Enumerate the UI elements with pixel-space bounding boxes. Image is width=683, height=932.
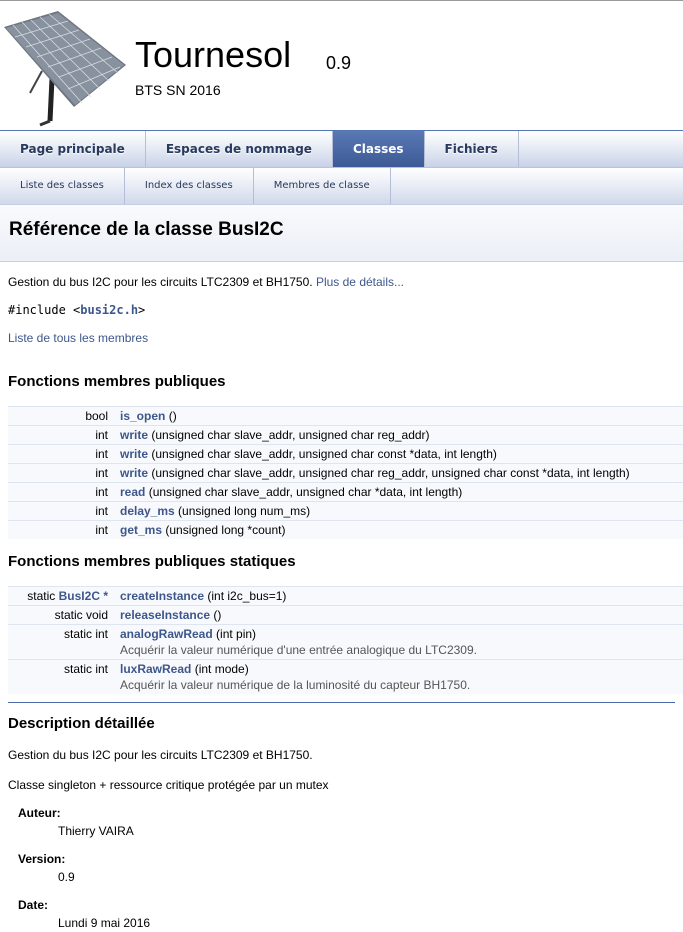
member-args: (unsigned char slave_addr, unsigned char…: [148, 428, 430, 442]
brief-text: Gestion du bus I2C pour les circuits LTC…: [8, 275, 313, 289]
member-args: (unsigned long num_ms): [174, 504, 311, 518]
member-args: (): [210, 608, 222, 622]
include-file-link[interactable]: busi2c.h: [80, 303, 138, 317]
sub-nav-tabs: Liste des classes Index des classes Memb…: [0, 168, 683, 205]
field-value: Thierry VAIRA: [58, 824, 134, 838]
page-header: Référence de la classe BusI2C: [0, 205, 683, 262]
table-row: int delay_ms (unsigned long num_ms): [8, 502, 683, 521]
member-args: (): [165, 409, 177, 423]
title-area: Tournesol 0.9 BTS SN 2016: [0, 0, 683, 131]
member-args: (unsigned char slave_addr, unsigned char…: [145, 485, 463, 499]
member-link[interactable]: read: [120, 485, 145, 499]
project-brief: BTS SN 2016: [135, 82, 221, 98]
table-row: static int luxRawRead (int mode) Acquérir…: [8, 660, 683, 694]
member-link[interactable]: write: [120, 466, 148, 480]
table-row: int get_ms (unsigned long *count): [8, 521, 683, 539]
static-functions-heading: Fonctions membres publiques statiques: [8, 553, 296, 570]
include-suffix: >: [138, 303, 146, 317]
return-type: static void: [8, 606, 114, 625]
detail-paragraph: Classe singleton + ressource critique pr…: [8, 778, 329, 792]
member-link[interactable]: releaseInstance: [120, 608, 210, 622]
member-link[interactable]: createInstance: [120, 589, 204, 603]
project-number: 0.9: [326, 53, 352, 73]
detailed-description-heading: Description détaillée: [8, 715, 155, 732]
field-value: Lundi 9 mai 2016: [58, 916, 151, 930]
busi2c-type-link[interactable]: BusI2C: [59, 589, 100, 603]
project-name: Tournesol: [135, 34, 292, 75]
tab-fichiers[interactable]: Fichiers: [425, 131, 519, 167]
return-type: int: [8, 426, 114, 445]
all-members-link[interactable]: Liste de tous les membres: [8, 331, 148, 345]
table-row: int write (unsigned char slave_addr, uns…: [8, 464, 683, 483]
member-link[interactable]: analogRawRead: [120, 627, 213, 641]
table-row: static void releaseInstance (): [8, 606, 683, 625]
static-functions-table: static BusI2C * createInstance (int i2c_…: [8, 586, 683, 694]
member-description: Acquérir la valeur numérique d'une entré…: [120, 643, 477, 657]
member-link[interactable]: write: [120, 447, 148, 461]
member-link[interactable]: luxRawRead: [120, 662, 191, 676]
return-type: static BusI2C *: [8, 587, 114, 606]
section-divider: [8, 702, 675, 703]
public-functions-table: bool is_open () int write (unsigned char…: [8, 406, 683, 539]
return-type: bool: [8, 407, 114, 426]
include-line: #include <busi2c.h>: [8, 303, 675, 317]
return-type: int: [8, 502, 114, 521]
subtab-index-des-classes[interactable]: Index des classes: [125, 168, 254, 204]
subtab-membres-de-classe[interactable]: Membres de classe: [254, 168, 391, 204]
member-link[interactable]: get_ms: [120, 523, 162, 537]
include-prefix: #include <: [8, 303, 81, 317]
member-link[interactable]: delay_ms: [120, 504, 175, 518]
tab-classes[interactable]: Classes: [332, 131, 425, 167]
member-args: (int pin): [212, 627, 257, 641]
subtab-liste-des-classes[interactable]: Liste des classes: [0, 168, 125, 204]
member-link[interactable]: is_open: [120, 409, 165, 423]
member-args: (unsigned char slave_addr, unsigned char…: [148, 466, 630, 480]
more-details-link[interactable]: Plus de détails...: [316, 275, 404, 289]
return-type: int: [8, 445, 114, 464]
table-row: static BusI2C * createInstance (int i2c_…: [8, 587, 683, 606]
member-args: (int mode): [191, 662, 249, 676]
detail-fields: Auteur: Thierry VAIRA Version: 0.9 Date:…: [18, 806, 675, 930]
field-label: Auteur:: [18, 806, 61, 820]
tab-espaces-de-nommage[interactable]: Espaces de nommage: [146, 131, 333, 167]
main-content: Gestion du bus I2C pour les circuits LTC…: [0, 275, 683, 930]
return-type: int: [8, 464, 114, 483]
main-nav-tabs: Page principale Espaces de nommage Class…: [0, 131, 683, 168]
solar-panel-logo: [4, 11, 126, 127]
return-type: int: [8, 521, 114, 539]
table-row: bool is_open (): [8, 407, 683, 426]
tab-page-principale[interactable]: Page principale: [0, 131, 146, 167]
public-functions-heading: Fonctions membres publiques: [8, 373, 226, 390]
class-brief: Gestion du bus I2C pour les circuits LTC…: [8, 275, 675, 289]
table-row: int read (unsigned char slave_addr, unsi…: [8, 483, 683, 502]
page-title: Référence de la classe BusI2C: [9, 219, 284, 240]
detail-paragraph: Gestion du bus I2C pour les circuits LTC…: [8, 748, 313, 762]
return-type: static int: [8, 660, 114, 694]
return-type: static int: [8, 625, 114, 660]
member-link[interactable]: write: [120, 428, 148, 442]
field-label: Date:: [18, 898, 49, 912]
field-value: 0.9: [58, 870, 75, 884]
field-label: Version:: [18, 852, 66, 866]
member-args: (unsigned long *count): [162, 523, 286, 537]
member-args: (int i2c_bus=1): [204, 589, 287, 603]
member-description: Acquérir la valeur numérique de la lumin…: [120, 678, 471, 692]
return-type: int: [8, 483, 114, 502]
table-row: int write (unsigned char slave_addr, uns…: [8, 426, 683, 445]
table-row: int write (unsigned char slave_addr, uns…: [8, 445, 683, 464]
member-args: (unsigned char slave_addr, unsigned char…: [148, 447, 497, 461]
table-row: static int analogRawRead (int pin) Acquér…: [8, 625, 683, 660]
